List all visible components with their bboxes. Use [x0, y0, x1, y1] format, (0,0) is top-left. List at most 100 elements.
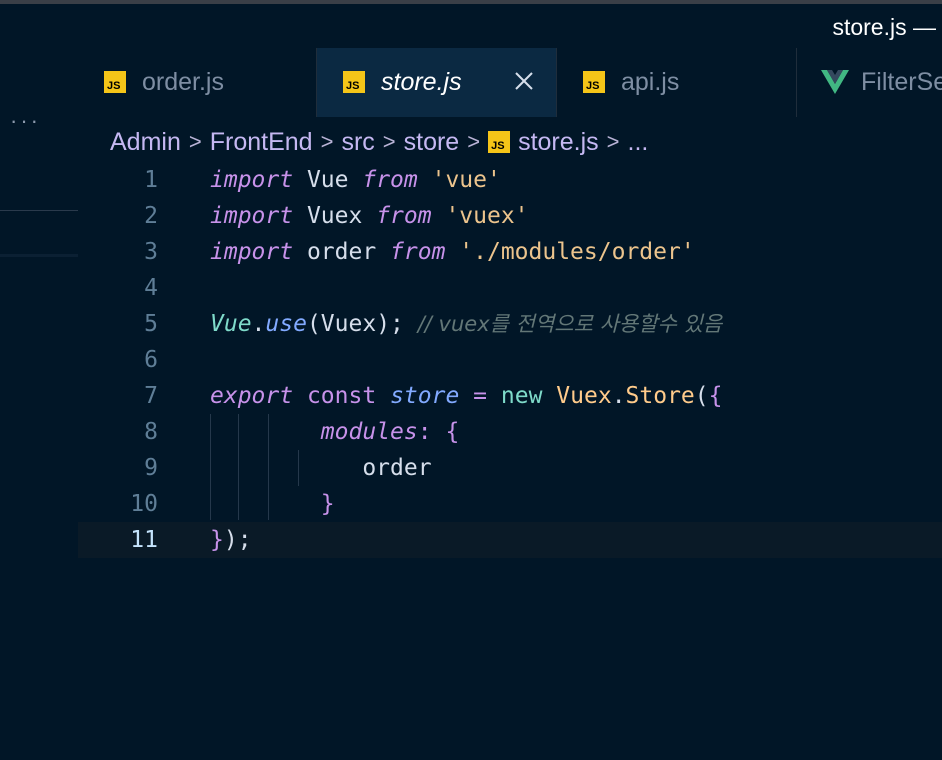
code-text: }); [210, 522, 252, 558]
code-line[interactable]: 6 [78, 342, 942, 378]
code-line[interactable]: 10 } [78, 486, 942, 522]
code-token: Vuex [293, 203, 377, 229]
code-token: { [445, 419, 460, 445]
code-token: 'vue' [431, 167, 501, 193]
window-title: store.js — [832, 14, 936, 40]
code-line[interactable]: 11}); [78, 522, 942, 558]
code-text: order [210, 450, 432, 486]
tab-label: api.js [621, 68, 680, 96]
code-token: store [390, 383, 460, 409]
indent-guide [298, 450, 299, 486]
code-token: order [210, 455, 432, 481]
editor-window: store.js — ··· JS order.js JS store.js J… [0, 0, 942, 760]
code-token: = [473, 383, 488, 409]
code-token: export [210, 383, 294, 409]
code-token: './modules/order' [459, 239, 695, 265]
code-text: Vue.use(Vuex); // vuex를 전역으로 사용할수 있음 [210, 306, 722, 342]
indent-guide [268, 414, 269, 520]
js-icon: JS [488, 131, 511, 153]
line-number: 3 [144, 239, 158, 265]
tab-filterse[interactable]: FilterSe [797, 48, 942, 117]
breadcrumb-separator: > [320, 129, 334, 154]
tab-api-js[interactable]: JS api.js [557, 48, 797, 117]
more-actions-icon[interactable]: ··· [10, 110, 41, 132]
indent-guide [210, 414, 211, 520]
vue-icon [821, 70, 849, 94]
code-token: ( [694, 383, 709, 409]
code-token: Vue [293, 167, 363, 193]
code-line[interactable]: 4 [78, 270, 942, 306]
code-token: from [390, 239, 446, 265]
breadcrumb-item[interactable]: FrontEnd [210, 128, 313, 157]
code-token: } [320, 491, 335, 517]
tab-label: FilterSe [861, 68, 942, 96]
line-number: 6 [144, 347, 158, 373]
line-number: 10 [130, 491, 158, 517]
code-token: } [210, 527, 224, 553]
tab-store-js[interactable]: JS store.js [317, 48, 557, 117]
code-line[interactable]: 1 import Vue from 'vue' [78, 162, 942, 198]
code-text: } [210, 486, 335, 522]
sidebar-divider [0, 210, 78, 211]
sidebar: ··· [0, 48, 78, 760]
code-line[interactable]: 8 modules: { [78, 414, 942, 450]
code-token: Vuex [556, 383, 612, 409]
code-token: // vuex를 전역으로 사용할수 있음 [417, 312, 723, 336]
code-text: import Vuex from 'vuex' [210, 198, 529, 234]
line-number: 9 [144, 455, 158, 481]
code-line[interactable]: 5 Vue.use(Vuex); // vuex를 전역으로 사용할수 있음 [78, 306, 942, 342]
tab-label: order.js [142, 68, 224, 96]
code-text: import order from './modules/order' [210, 234, 695, 270]
code-token: ); [223, 527, 252, 553]
breadcrumb: Admin > FrontEnd > src > store > JS stor… [110, 125, 648, 159]
code-line[interactable]: 3 import order from './modules/order' [78, 234, 942, 270]
breadcrumb-separator: > [467, 129, 481, 154]
breadcrumb-item[interactable]: store.js [518, 128, 599, 157]
line-number: 4 [144, 275, 158, 301]
tab-label: store.js [381, 68, 462, 96]
title-bar: store.js — [0, 0, 942, 48]
code-token: from [362, 167, 418, 193]
line-number: 2 [144, 203, 158, 229]
code-token: import [210, 239, 294, 265]
code-token: import [210, 167, 294, 193]
breadcrumb-item[interactable]: src [341, 128, 374, 157]
code-text: export const store = new Vuex.Store({ [210, 378, 723, 414]
code-token: . [611, 383, 626, 409]
line-number: 7 [144, 383, 158, 409]
code-text: modules: { [210, 414, 460, 450]
code-token: order [293, 239, 391, 265]
indent-guide [238, 414, 239, 520]
breadcrumb-item[interactable]: store [404, 128, 460, 157]
code-token: { [708, 383, 723, 409]
code-line[interactable]: 7 export const store = new Vuex.Store({ [78, 378, 942, 414]
code-token: (Vuex); [306, 311, 418, 337]
breadcrumb-separator: > [188, 129, 202, 154]
code-token: Vue [210, 311, 252, 337]
js-icon: JS [343, 71, 365, 93]
tab-order-js[interactable]: JS order.js [78, 48, 317, 117]
code-token: . [251, 311, 266, 337]
code-editor[interactable]: 1 import Vue from 'vue' 2 import Vuex from … [78, 162, 942, 760]
breadcrumb-item[interactable]: ... [628, 128, 649, 157]
code-line[interactable]: 2 import Vuex from 'vuex' [78, 198, 942, 234]
close-icon[interactable] [513, 70, 535, 92]
tab-bar: JS order.js JS store.js JS api.js Filter… [78, 48, 942, 117]
code-token: import [210, 203, 294, 229]
code-token: 'vuex' [445, 203, 529, 229]
line-number: 8 [144, 419, 158, 445]
code-line[interactable]: 9 order [78, 450, 942, 486]
breadcrumb-item[interactable]: Admin [110, 128, 181, 157]
code-text: import Vue from 'vue' [210, 162, 501, 198]
js-icon: JS [104, 71, 126, 93]
